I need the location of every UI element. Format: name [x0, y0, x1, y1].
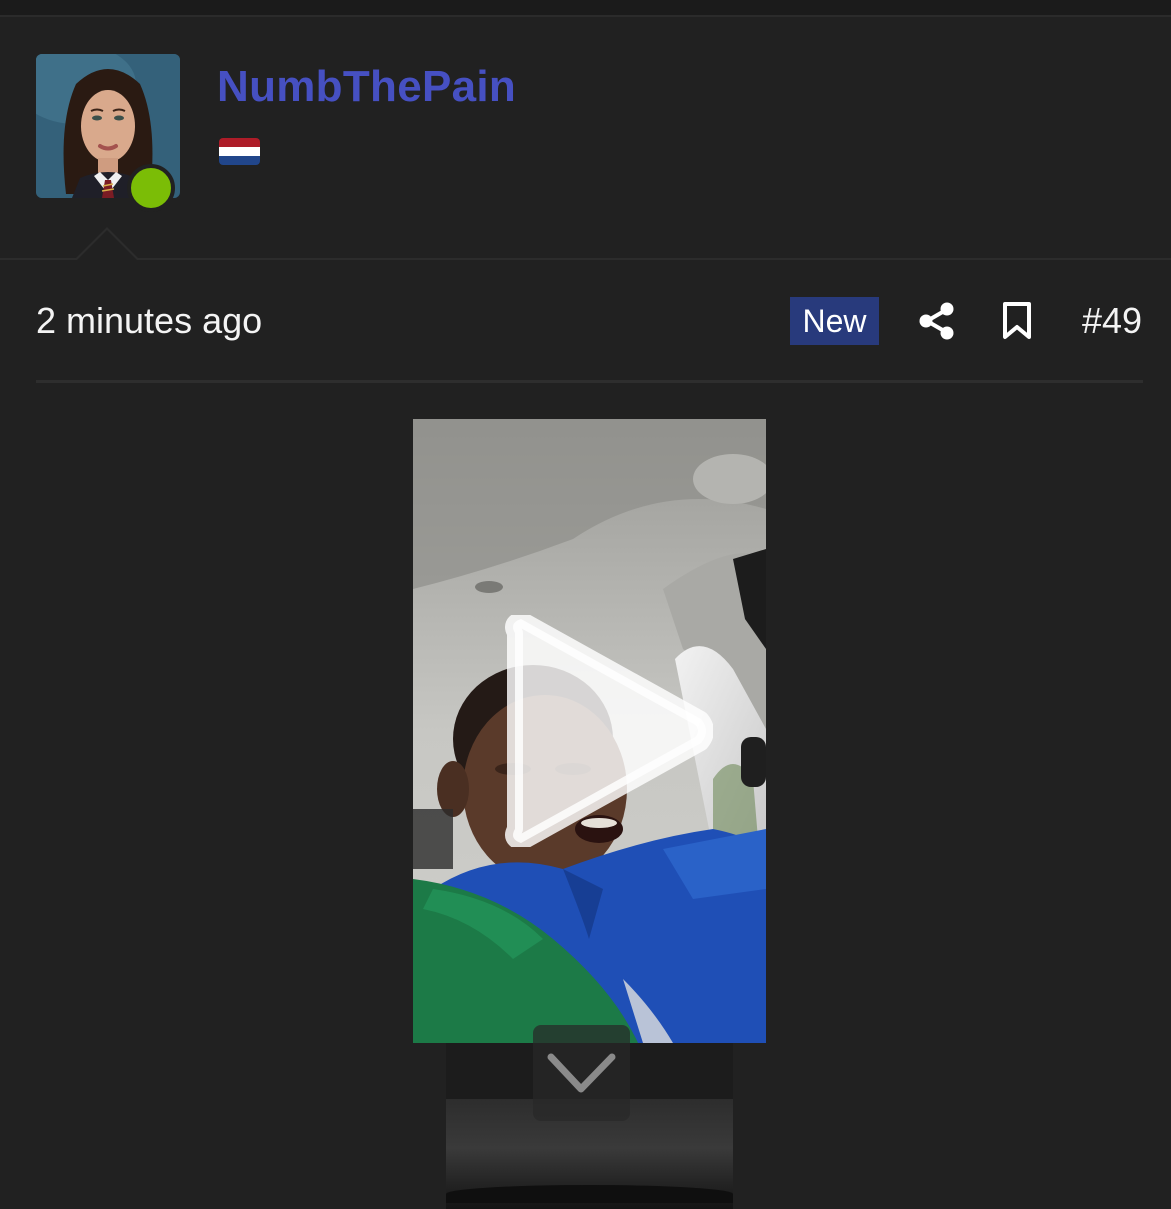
expand-button[interactable]: [533, 1025, 630, 1121]
username[interactable]: NumbThePain: [217, 62, 516, 112]
post-timestamp[interactable]: 2 minutes ago: [36, 300, 262, 342]
post-number[interactable]: #49: [1082, 300, 1142, 342]
netherlands-flag-icon: [219, 138, 260, 165]
bookmark-icon[interactable]: [1001, 301, 1033, 341]
header-notch-fill: [77, 230, 137, 260]
meta-divider: [36, 380, 1143, 383]
chevron-down-icon: [547, 1053, 616, 1093]
video-player[interactable]: [413, 419, 766, 1043]
online-status-indicator: [127, 164, 175, 212]
header-divider: [0, 258, 1171, 260]
post-page: NumbThePain 2 minutes ago New #49: [0, 0, 1171, 1209]
new-badge: New: [790, 297, 879, 345]
top-edge: [0, 0, 1171, 17]
video-preview-edge: [446, 1185, 733, 1203]
post-meta-row: 2 minutes ago New #49: [0, 290, 1171, 354]
play-icon[interactable]: [501, 615, 713, 847]
share-icon[interactable]: [918, 302, 956, 340]
